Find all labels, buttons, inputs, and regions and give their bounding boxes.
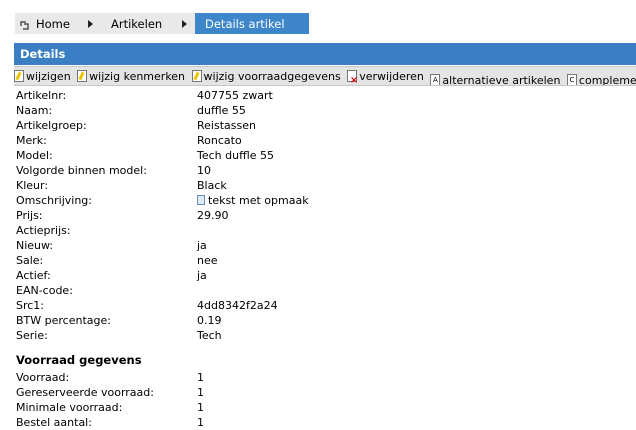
complementary-articles-button[interactable]: C complementaire artikelen [566, 71, 636, 86]
detail-label: Prijs: [16, 209, 43, 222]
detail-label: Sale: [16, 254, 44, 267]
detail-label: Naam: [16, 104, 53, 117]
detail-label: Merk: [16, 134, 47, 147]
complementary-articles-button-label: complementaire artikelen [578, 73, 636, 86]
stock-value: 1 [197, 386, 204, 399]
home-icon [20, 19, 30, 30]
detail-row: Serie: Tech [16, 328, 616, 343]
breadcrumb-artikelen-label: Artikelen [111, 16, 163, 31]
edit-features-button[interactable]: wijzig kenmerken [77, 67, 185, 85]
detail-label: Src1: [16, 299, 45, 312]
detail-row: Artikelgroep: Reistassen [16, 118, 616, 133]
detail-value: Reistassen [197, 119, 256, 132]
detail-value: Black [197, 179, 227, 192]
edit-button[interactable]: wijzigen [14, 67, 71, 85]
breadcrumb-artikelen[interactable]: Artikelen [101, 13, 195, 34]
action-toolbar: wijzigen wijzig kenmerken wijzig voorraa… [14, 66, 636, 86]
pencil-icon [14, 70, 24, 82]
alternative-articles-button-label: alternatieve artikelen [442, 73, 561, 86]
stock-value: 1 [197, 371, 204, 384]
detail-label: Actief: [16, 269, 51, 282]
pencil-icon [77, 70, 88, 82]
detail-row: Merk: Roncato [16, 133, 616, 148]
detail-row: Sale: nee [16, 253, 616, 268]
detail-row: Prijs: 29.90 [16, 208, 616, 223]
delete-button[interactable]: verwijderen [347, 67, 424, 85]
detail-value: 0.19 [197, 314, 222, 327]
panel-title: Details [14, 43, 636, 65]
breadcrumb-home[interactable]: Home [15, 13, 101, 34]
detail-label: EAN-code: [16, 284, 73, 297]
detail-label: Omschrijving: [16, 194, 92, 207]
description-link[interactable]: tekst met opmaak [197, 193, 309, 208]
stock-label: Gereserveerde voorraad: [16, 386, 154, 399]
breadcrumb-home-label: Home [36, 16, 70, 31]
edit-stock-button-label: wijzig voorraadgegevens [203, 69, 341, 83]
stock-value: 1 [197, 401, 204, 414]
detail-row: Omschrijving: tekst met opmaak [16, 193, 616, 208]
stock-label: Voorraad: [16, 371, 70, 384]
detail-value: duffle 55 [197, 104, 246, 117]
stock-row: Voorraad: 1 [16, 370, 616, 385]
details-list: Artikelnr: 407755 zwart Naam: duffle 55 Ar… [16, 88, 616, 343]
alternative-articles-button[interactable]: A alternatieve artikelen [430, 71, 561, 86]
edit-button-label: wijzigen [26, 69, 71, 83]
detail-row: Kleur: Black [16, 178, 616, 193]
detail-value: Roncato [197, 134, 242, 147]
breadcrumb-current-label: Details artikel [205, 16, 285, 31]
detail-row: Naam: duffle 55 [16, 103, 616, 118]
detail-label: BTW percentage: [16, 314, 111, 327]
detail-label: Artikelgroep: [16, 119, 87, 132]
detail-label: Serie: [16, 329, 48, 342]
doc-a-icon: A [430, 74, 441, 85]
stock-row: Minimale voorraad: 1 [16, 400, 616, 415]
stock-label: Bestel aantal: [16, 416, 92, 429]
stock-section-title: Voorraad gegevens [16, 353, 142, 367]
detail-row: Src1: 4dd8342f2a24 [16, 298, 616, 313]
description-link-label: tekst met opmaak [208, 194, 309, 207]
breadcrumb-current: Details artikel [195, 13, 309, 34]
detail-value: nee [197, 254, 218, 267]
detail-row: Model: Tech duffle 55 [16, 148, 616, 163]
detail-row: Artikelnr: 407755 zwart [16, 88, 616, 103]
detail-label: Volgorde binnen model: [16, 164, 147, 177]
detail-value: 10 [197, 164, 211, 177]
detail-value: 29.90 [197, 209, 229, 222]
stock-value: 1 [197, 416, 204, 429]
document-icon [197, 195, 205, 205]
doc-c-icon: C [566, 74, 577, 85]
delete-button-label: verwijderen [359, 69, 424, 83]
edit-stock-button[interactable]: wijzig voorraadgegevens [191, 67, 341, 85]
pencil-icon [191, 70, 202, 82]
detail-label: Kleur: [16, 179, 49, 192]
detail-row: Actief: ja [16, 268, 616, 283]
delete-icon [347, 70, 358, 85]
chevron-right-icon [182, 20, 187, 28]
detail-value: 407755 zwart [197, 89, 273, 102]
detail-value: Tech [197, 329, 222, 342]
stock-list: Voorraad: 1 Gereserveerde voorraad: 1 Mini… [16, 370, 616, 430]
detail-row: Actieprijs: [16, 223, 616, 238]
stock-row: Gereserveerde voorraad: 1 [16, 385, 616, 400]
detail-label: Model: [16, 149, 53, 162]
detail-label: Actieprijs: [16, 224, 71, 237]
detail-row: BTW percentage: 0.19 [16, 313, 616, 328]
detail-row: EAN-code: [16, 283, 616, 298]
stock-label: Minimale voorraad: [16, 401, 123, 414]
detail-row: Volgorde binnen model: 10 [16, 163, 616, 178]
stock-row: Bestel aantal: 1 [16, 415, 616, 430]
detail-value: 4dd8342f2a24 [197, 299, 278, 312]
detail-label: Artikelnr: [16, 89, 67, 102]
detail-value: ja [197, 269, 207, 282]
chevron-right-icon [88, 20, 93, 28]
detail-label: Nieuw: [16, 239, 54, 252]
edit-features-button-label: wijzig kenmerken [89, 69, 186, 83]
detail-row: Nieuw: ja [16, 238, 616, 253]
detail-value: Tech duffle 55 [197, 149, 274, 162]
detail-value: ja [197, 239, 207, 252]
